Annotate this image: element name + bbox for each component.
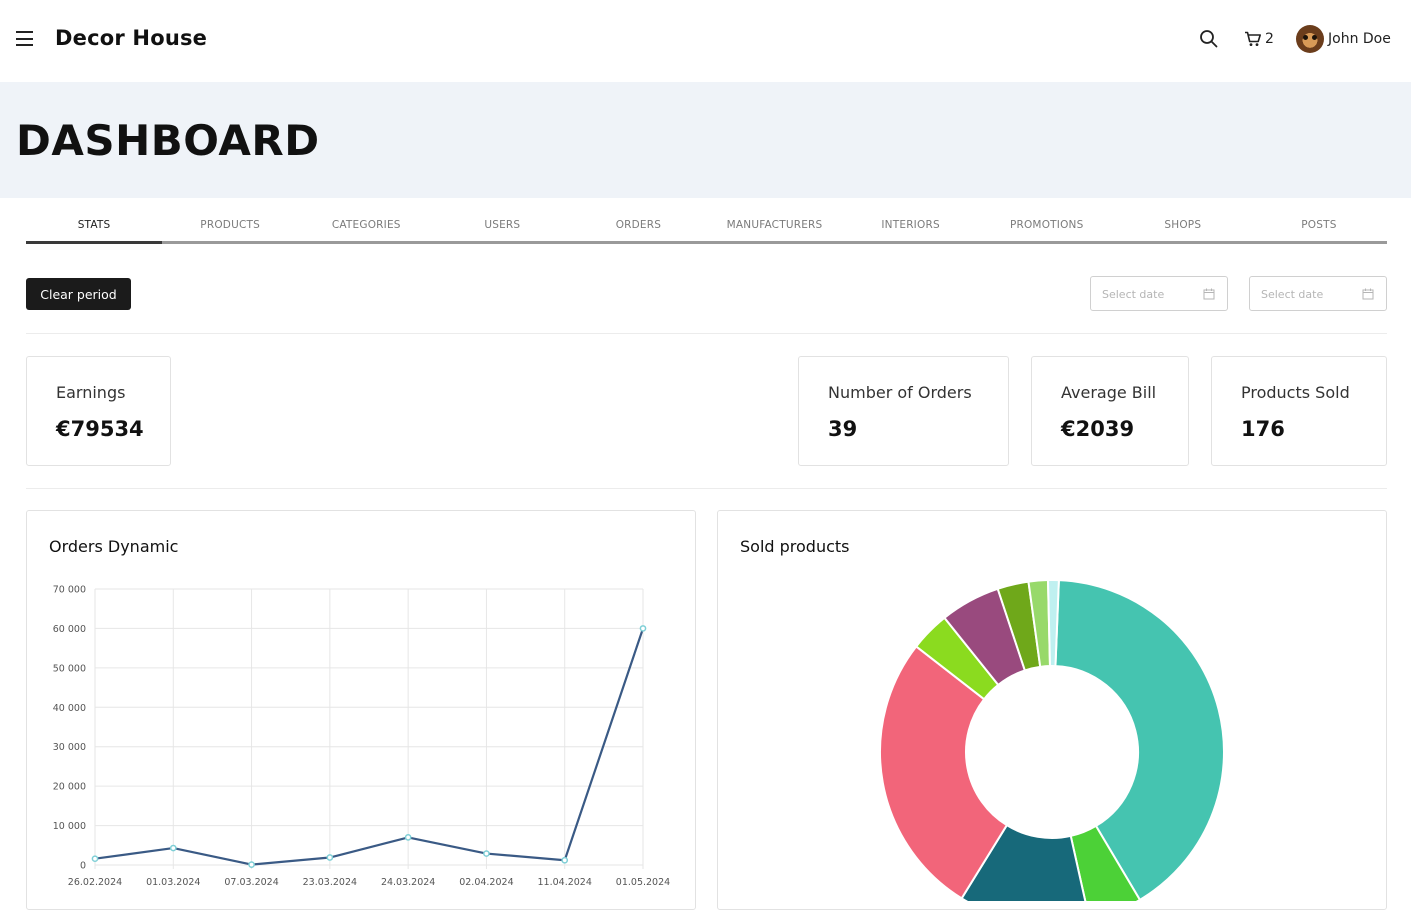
x-tick-label: 24.03.2024 [381,877,435,888]
x-tick-label: 01.03.2024 [146,877,200,888]
page-header: DASHBOARD [0,82,1411,198]
cart-count: 2 [1265,31,1274,47]
divider [26,333,1387,334]
average-bill-card: Average Bill €2039 [1031,356,1189,466]
data-point[interactable] [561,856,569,864]
average-bill-label: Average Bill [1061,383,1157,402]
products-sold-value: 176 [1241,417,1285,441]
x-tick-label: 26.02.2024 [68,877,122,888]
tab-products[interactable]: PRODUCTS [162,210,298,241]
y-tick-label: 50 000 [53,663,86,674]
x-tick-label: 07.03.2024 [224,877,278,888]
orders-dynamic-panel: Orders Dynamic 0 10 000 20 000 30 000 40 000… [26,510,696,910]
y-tick-label: 70 000 [53,585,86,596]
divider [26,488,1387,489]
data-point[interactable] [404,834,412,841]
x-tick-label: 23.03.2024 [303,877,357,888]
products-sold-label: Products Sold [1241,383,1350,402]
tab-stats[interactable]: STATS [26,210,163,244]
tab-orders[interactable]: ORDERS [570,210,706,241]
page-title: DASHBOARD [16,116,320,165]
calendar-icon [1362,288,1374,300]
data-point[interactable] [169,844,177,852]
top-bar: Decor House 2 John Doe [0,0,1411,82]
brand-logo[interactable]: Decor House [55,26,207,50]
tab-categories[interactable]: CATEGORIES [298,210,434,241]
cart-icon [1245,31,1261,46]
orders-line-chart: 0 10 000 20 000 30 000 40 000 50 000 60 000 70 … [53,585,670,889]
user-menu[interactable]: John Doe [1296,25,1391,53]
tab-users[interactable]: USERS [434,210,570,241]
tab-promotions[interactable]: PROMOTIONS [979,210,1115,241]
sold-products-panel: Sold products [717,510,1387,910]
y-tick-label: 0 [80,861,86,872]
data-point[interactable] [326,854,334,861]
start-date-input[interactable]: Select date [1090,276,1228,311]
orders-card: Number of Orders 39 [798,356,1009,466]
earnings-value: €79534 [56,417,144,441]
y-tick-label: 60 000 [53,624,86,635]
x-tick-label: 01.05.2024 [616,877,670,888]
earnings-card: Earnings €79534 [26,356,171,466]
end-date-placeholder: Select date [1261,288,1324,301]
clear-period-button[interactable]: Clear period [26,278,131,310]
y-tick-label: 10 000 [53,821,86,832]
products-sold-card: Products Sold 176 [1211,356,1387,466]
user-name: John Doe [1328,31,1391,47]
orders-label: Number of Orders [828,383,972,402]
tab-shops[interactable]: SHOPS [1115,210,1251,241]
end-date-input[interactable]: Select date [1249,276,1387,311]
cart-button[interactable]: 2 [1244,29,1274,49]
start-date-placeholder: Select date [1102,288,1165,301]
average-bill-value: €2039 [1061,417,1135,441]
data-point[interactable] [248,861,255,868]
y-tick-label: 20 000 [53,782,86,793]
orders-value: 39 [828,417,858,441]
tab-interiors[interactable]: INTERIORS [843,210,979,241]
calendar-icon [1203,288,1215,300]
data-point[interactable] [483,850,490,857]
sold-products-donut-chart [879,579,1225,901]
y-tick-label: 30 000 [53,742,86,753]
avatar [1296,25,1324,53]
earnings-label: Earnings [56,383,126,402]
data-point[interactable] [639,625,647,632]
tab-bar: STATS PRODUCTS CATEGORIES USERS ORDERS MANUFA… [26,210,1387,244]
tab-manufacturers[interactable]: MANUFACTURERS [706,210,842,241]
tab-posts[interactable]: POSTS [1251,210,1387,241]
search-icon[interactable] [1198,28,1220,50]
data-point[interactable] [91,855,99,863]
x-tick-label: 11.04.2024 [538,877,592,888]
y-tick-label: 40 000 [53,703,86,714]
x-tick-label: 02.04.2024 [459,877,513,888]
menu-icon[interactable] [16,31,33,46]
